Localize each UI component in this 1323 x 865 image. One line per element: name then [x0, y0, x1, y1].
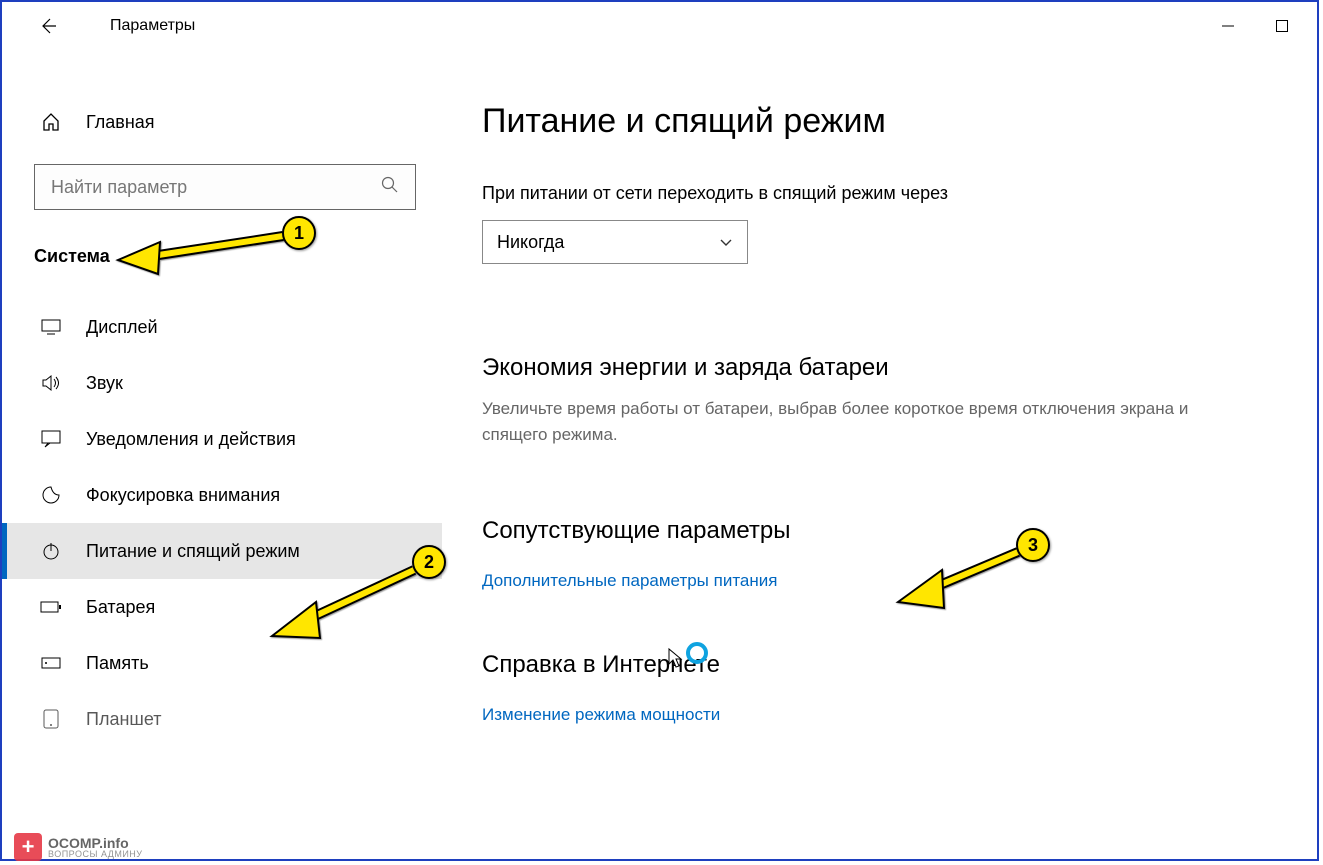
titlebar: Параметры — [2, 2, 1317, 50]
sidebar-item-battery[interactable]: Батарея — [2, 579, 442, 635]
home-label: Главная — [86, 112, 155, 133]
energy-section-desc: Увеличьте время работы от батареи, выбра… — [482, 396, 1212, 447]
energy-section-title: Экономия энергии и заряда батареи — [482, 354, 1277, 382]
tablet-icon — [40, 709, 62, 729]
minimize-button[interactable] — [1205, 10, 1251, 42]
watermark-line1: OCOMP.info — [48, 836, 143, 850]
home-icon — [40, 112, 62, 132]
sidebar-item-label: Уведомления и действия — [86, 429, 296, 450]
sidebar-item-sound[interactable]: Звук — [2, 355, 442, 411]
search-icon — [381, 176, 399, 199]
sidebar-item-power-sleep[interactable]: Питание и спящий режим — [2, 523, 442, 579]
sidebar-item-label: Дисплей — [86, 317, 158, 338]
sleep-setting-label: При питании от сети переходить в спящий … — [482, 183, 1277, 204]
watermark-logo-icon: + — [14, 833, 42, 861]
focus-assist-icon — [40, 485, 62, 505]
watermark: + OCOMP.info ВОПРОСЫ АДМИНУ — [14, 833, 143, 861]
page-title: Питание и спящий режим — [482, 102, 1277, 141]
sidebar-item-display[interactable]: Дисплей — [2, 299, 442, 355]
battery-icon — [40, 600, 62, 614]
sidebar-item-label: Память — [86, 653, 149, 674]
sleep-dropdown-value: Никогда — [497, 232, 564, 253]
sidebar-group-title: Система — [2, 220, 442, 277]
back-button[interactable] — [34, 12, 62, 40]
main-content: Питание и спящий режим При питании от се… — [442, 50, 1317, 859]
sidebar-item-label: Звук — [86, 373, 123, 394]
back-arrow-icon — [38, 16, 58, 36]
window-title: Параметры — [110, 17, 195, 35]
cortana-ring-icon — [686, 642, 708, 664]
chevron-down-icon — [719, 232, 733, 253]
display-icon — [40, 319, 62, 335]
power-icon — [40, 541, 62, 561]
sidebar-item-notifications[interactable]: Уведомления и действия — [2, 411, 442, 467]
sidebar-item-label: Батарея — [86, 597, 155, 618]
sidebar: Главная Система Дисплей — [2, 50, 442, 859]
sidebar-item-label: Питание и спящий режим — [86, 541, 300, 562]
mouse-cursor-icon — [668, 648, 684, 670]
notifications-icon — [40, 430, 62, 448]
sleep-dropdown[interactable]: Никогда — [482, 220, 748, 264]
change-power-mode-link[interactable]: Изменение режима мощности — [482, 705, 720, 725]
sidebar-item-storage[interactable]: Память — [2, 635, 442, 691]
sound-icon — [40, 374, 62, 392]
home-nav-item[interactable]: Главная — [2, 94, 442, 150]
search-box[interactable] — [34, 164, 416, 210]
search-input[interactable] — [51, 177, 381, 198]
additional-power-settings-link[interactable]: Дополнительные параметры питания — [482, 571, 777, 591]
storage-icon — [40, 657, 62, 669]
sidebar-item-label: Фокусировка внимания — [86, 485, 280, 506]
watermark-line2: ВОПРОСЫ АДМИНУ — [48, 850, 143, 859]
settings-window: Параметры Главная — [0, 0, 1319, 861]
sidebar-item-focus-assist[interactable]: Фокусировка внимания — [2, 467, 442, 523]
maximize-button[interactable] — [1259, 10, 1305, 42]
sidebar-item-tablet[interactable]: Планшет — [2, 691, 442, 747]
sidebar-item-label: Планшет — [86, 709, 162, 730]
help-section-title: Справка в Интернете — [482, 651, 1277, 679]
related-section-title: Сопутствующие параметры — [482, 517, 1277, 545]
